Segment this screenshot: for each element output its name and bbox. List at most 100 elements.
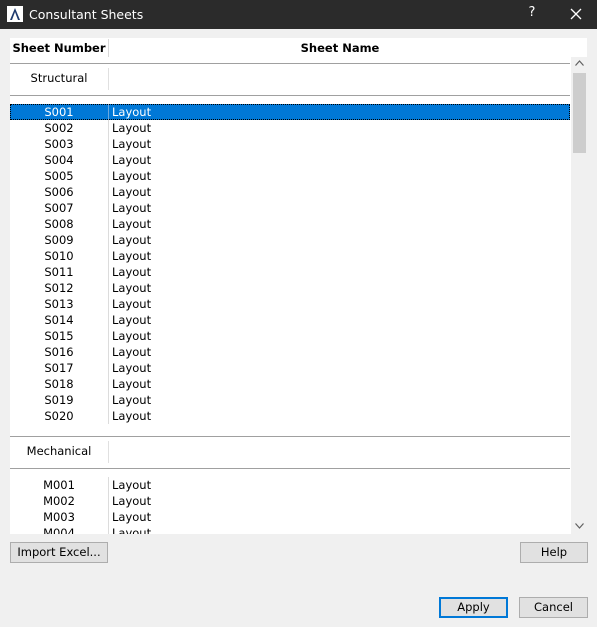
sheet-number-cell[interactable]: S007 bbox=[10, 201, 108, 215]
sheet-number-cell[interactable]: S004 bbox=[10, 153, 108, 167]
sheet-number-cell[interactable]: M003 bbox=[10, 510, 108, 524]
cell-divider bbox=[108, 104, 109, 120]
sheet-name-cell[interactable]: Layout bbox=[112, 313, 151, 327]
table-row[interactable]: M003 Layout bbox=[10, 509, 570, 525]
table-row[interactable]: S017 Layout bbox=[10, 360, 570, 376]
cell-divider bbox=[108, 360, 109, 376]
sheet-name-cell[interactable]: Layout bbox=[112, 329, 151, 343]
table-row[interactable]: S016 Layout bbox=[10, 344, 570, 360]
title-bar: Consultant Sheets ? bbox=[0, 0, 597, 29]
sheet-number-cell[interactable]: M004 bbox=[10, 526, 108, 534]
sheet-name-cell[interactable]: Layout bbox=[112, 361, 151, 375]
table-row[interactable]: S015 Layout bbox=[10, 328, 570, 344]
sheet-number-cell[interactable]: S008 bbox=[10, 217, 108, 231]
help-button[interactable]: Help bbox=[520, 542, 588, 563]
scroll-down-icon[interactable] bbox=[575, 523, 584, 529]
close-icon[interactable] bbox=[566, 4, 586, 24]
sheet-name-cell[interactable]: Layout bbox=[112, 169, 151, 183]
sheet-number-cell[interactable]: M002 bbox=[10, 494, 108, 508]
sheet-number-cell[interactable]: S017 bbox=[10, 361, 108, 375]
cell-divider bbox=[108, 525, 109, 534]
sheet-name-cell[interactable]: Layout bbox=[112, 494, 151, 508]
sheet-name-cell[interactable]: Layout bbox=[112, 201, 151, 215]
table-row[interactable]: S018 Layout bbox=[10, 376, 570, 392]
group-divider bbox=[10, 63, 570, 64]
cancel-button[interactable]: Cancel bbox=[519, 597, 588, 618]
table-row[interactable]: S011 Layout bbox=[10, 264, 570, 280]
sheet-number-cell[interactable]: S020 bbox=[10, 409, 108, 423]
sheet-number-cell[interactable]: S012 bbox=[10, 281, 108, 295]
sheets-table: Sheet Number Sheet Name Structural S001 La… bbox=[10, 38, 587, 534]
table-row[interactable]: M001 Layout bbox=[10, 477, 570, 493]
sheet-number-cell[interactable]: S006 bbox=[10, 185, 108, 199]
sheet-name-cell[interactable]: Layout bbox=[112, 409, 151, 423]
sheet-number-cell[interactable]: S002 bbox=[10, 121, 108, 135]
sheet-number-cell[interactable]: S005 bbox=[10, 169, 108, 183]
sheet-number-cell[interactable]: S010 bbox=[10, 249, 108, 263]
table-row[interactable]: S020 Layout bbox=[10, 408, 570, 424]
table-row[interactable]: S012 Layout bbox=[10, 280, 570, 296]
import-excel-button[interactable]: Import Excel... bbox=[10, 542, 108, 563]
apply-button[interactable]: Apply bbox=[439, 597, 508, 618]
sheet-name-cell[interactable]: Layout bbox=[112, 105, 151, 119]
vertical-scrollbar[interactable] bbox=[571, 57, 587, 534]
sheet-name-cell[interactable]: Layout bbox=[112, 153, 151, 167]
sheet-name-cell[interactable]: Layout bbox=[112, 121, 151, 135]
sheet-number-cell[interactable]: S009 bbox=[10, 233, 108, 247]
sheet-number-cell[interactable]: S018 bbox=[10, 377, 108, 391]
sheet-name-cell[interactable]: Layout bbox=[112, 265, 151, 279]
table-row[interactable]: S009 Layout bbox=[10, 232, 570, 248]
table-row[interactable]: S006 Layout bbox=[10, 184, 570, 200]
sheet-name-cell[interactable]: Layout bbox=[112, 233, 151, 247]
cell-divider bbox=[108, 344, 109, 360]
scroll-up-icon[interactable] bbox=[575, 60, 584, 66]
sheet-name-cell[interactable]: Layout bbox=[112, 377, 151, 391]
group-column-divider bbox=[108, 68, 109, 90]
sheet-name-cell[interactable]: Layout bbox=[112, 393, 151, 407]
sheet-number-cell[interactable]: S016 bbox=[10, 345, 108, 359]
cell-divider bbox=[108, 493, 109, 509]
table-row[interactable]: M004 Layout bbox=[10, 525, 570, 534]
app-logo-icon bbox=[7, 6, 23, 22]
sheet-number-cell[interactable]: S001 bbox=[10, 105, 108, 119]
table-row[interactable]: S004 Layout bbox=[10, 152, 570, 168]
sheet-name-cell[interactable]: Layout bbox=[112, 281, 151, 295]
table-row[interactable]: S005 Layout bbox=[10, 168, 570, 184]
column-header-sheet-name[interactable]: Sheet Name bbox=[109, 41, 571, 55]
table-row[interactable]: S014 Layout bbox=[10, 312, 570, 328]
table-row[interactable]: S003 Layout bbox=[10, 136, 570, 152]
sheet-name-cell[interactable]: Layout bbox=[112, 478, 151, 492]
cell-divider bbox=[108, 232, 109, 248]
table-row[interactable]: S019 Layout bbox=[10, 392, 570, 408]
table-row[interactable]: M002 Layout bbox=[10, 493, 570, 509]
sheet-name-cell[interactable]: Layout bbox=[112, 526, 151, 534]
sheet-number-cell[interactable]: S019 bbox=[10, 393, 108, 407]
help-icon[interactable]: ? bbox=[527, 5, 537, 20]
table-row[interactable]: S001 Layout bbox=[10, 104, 570, 120]
sheet-number-cell[interactable]: S003 bbox=[10, 137, 108, 151]
scroll-thumb[interactable] bbox=[573, 73, 586, 153]
sheet-number-cell[interactable]: S015 bbox=[10, 329, 108, 343]
cell-divider bbox=[108, 120, 109, 136]
table-row[interactable]: S008 Layout bbox=[10, 216, 570, 232]
sheet-name-cell[interactable]: Layout bbox=[112, 185, 151, 199]
sheet-name-cell[interactable]: Layout bbox=[112, 297, 151, 311]
sheet-name-cell[interactable]: Layout bbox=[112, 137, 151, 151]
sheet-name-cell[interactable]: Layout bbox=[112, 217, 151, 231]
sheet-name-cell[interactable]: Layout bbox=[112, 249, 151, 263]
column-header-sheet-number[interactable]: Sheet Number bbox=[10, 41, 108, 55]
sheet-name-cell[interactable]: Layout bbox=[112, 345, 151, 359]
group-header-label: Mechanical bbox=[26, 444, 92, 458]
cell-divider bbox=[108, 184, 109, 200]
table-row[interactable]: S013 Layout bbox=[10, 296, 570, 312]
sheet-number-cell[interactable]: M001 bbox=[10, 478, 108, 492]
sheet-number-cell[interactable]: S013 bbox=[10, 297, 108, 311]
sheet-name-cell[interactable]: Layout bbox=[112, 510, 151, 524]
table-row[interactable]: S010 Layout bbox=[10, 248, 570, 264]
table-row[interactable]: S007 Layout bbox=[10, 200, 570, 216]
table-row[interactable]: S002 Layout bbox=[10, 120, 570, 136]
sheet-number-cell[interactable]: S011 bbox=[10, 265, 108, 279]
cell-divider bbox=[108, 408, 109, 424]
sheet-number-cell[interactable]: S014 bbox=[10, 313, 108, 327]
cell-divider bbox=[108, 152, 109, 168]
